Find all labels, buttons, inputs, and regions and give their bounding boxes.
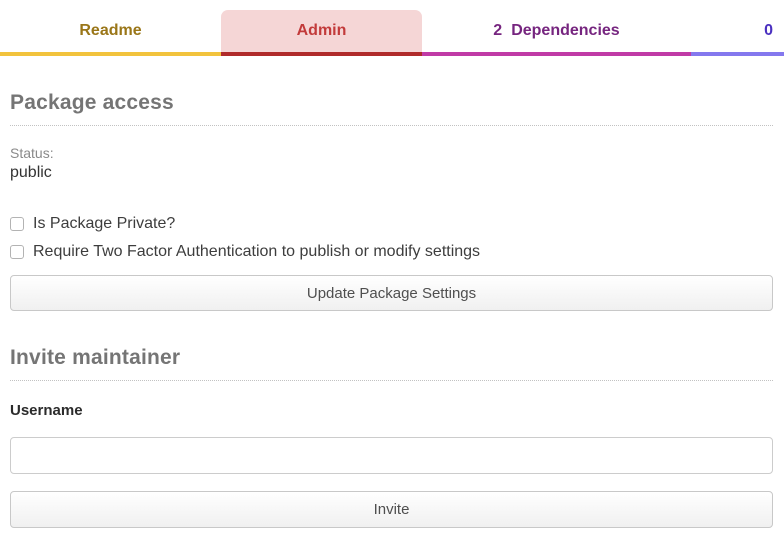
update-package-settings-button[interactable]: Update Package Settings [10, 275, 773, 311]
tab-admin-label: Admin [297, 22, 347, 40]
section-divider [10, 380, 773, 381]
tab-readme[interactable]: Readme [0, 10, 221, 52]
tab-underline-gradient [0, 52, 784, 56]
tab-dependencies-label: Dependencies [511, 22, 619, 40]
status-value: public [10, 162, 773, 183]
tab-underline-admin [221, 52, 422, 56]
username-input[interactable] [10, 437, 773, 474]
section-divider [10, 125, 773, 126]
package-tab-bar: Readme Admin 2 Dependencies 0 [0, 0, 784, 56]
tab-underline-dependencies [422, 52, 691, 56]
tab-underline-dependents [691, 52, 784, 56]
invite-maintainer-heading: Invite maintainer [10, 344, 773, 372]
tab-dependencies-count: 2 [493, 22, 502, 40]
tab-readme-label: Readme [79, 22, 141, 40]
two-factor-checkbox[interactable] [10, 245, 24, 259]
username-label: Username [10, 401, 773, 420]
admin-panel: Package access Status: public Is Package… [0, 89, 784, 528]
tab-underline-readme [0, 52, 221, 56]
status-label: Status: [10, 144, 773, 162]
package-access-heading: Package access [10, 89, 773, 117]
invite-button[interactable]: Invite [10, 491, 773, 528]
tab-dependents-count: 0 [764, 22, 773, 40]
two-factor-checkbox-label: Require Two Factor Authentication to pub… [33, 242, 480, 261]
private-package-checkbox-row[interactable]: Is Package Private? [10, 214, 773, 233]
tab-dependents[interactable]: 0 [691, 10, 784, 52]
tab-admin[interactable]: Admin [221, 10, 422, 52]
two-factor-checkbox-row[interactable]: Require Two Factor Authentication to pub… [10, 242, 773, 261]
private-package-checkbox-label: Is Package Private? [33, 214, 175, 233]
private-package-checkbox[interactable] [10, 217, 24, 231]
tab-dependencies[interactable]: 2 Dependencies [422, 10, 691, 52]
